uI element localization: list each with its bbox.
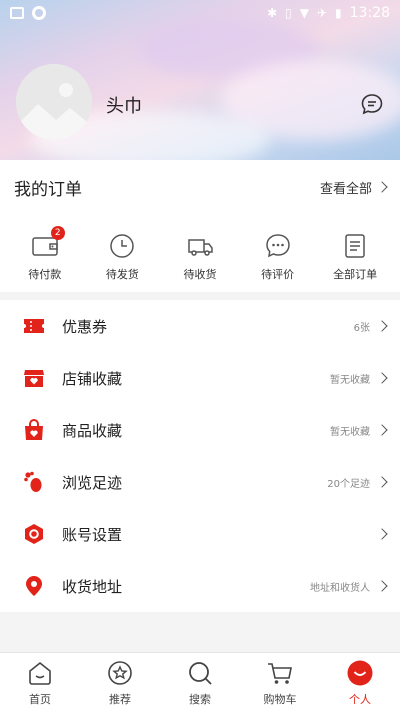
chevron-right-icon <box>376 476 388 488</box>
menu-label: 店铺收藏 <box>62 369 123 388</box>
view-all-label: 查看全部 <box>319 181 372 197</box>
menu-label: 账号设置 <box>62 525 123 544</box>
order-item-label: 待付款 <box>28 268 62 281</box>
search-icon <box>189 662 212 685</box>
menu-value: 6张 <box>353 322 370 334</box>
airplane-icon: ✈ <box>316 6 328 20</box>
tab-label: 首页 <box>29 693 51 706</box>
view-all-orders-link[interactable]: 查看全部 <box>319 178 388 197</box>
menu-label: 商品收藏 <box>62 421 123 440</box>
menu-row-address[interactable]: 收货地址 地址和收货人 <box>0 560 400 612</box>
home-icon <box>29 661 51 685</box>
menu-row-coupons[interactable]: 优惠券 6张 <box>0 300 400 352</box>
tab-search[interactable]: 搜索 <box>160 653 240 711</box>
order-item-label: 待发货 <box>105 268 139 281</box>
username[interactable]: 头巾 <box>106 92 142 118</box>
my-orders-section: 我的订单 查看全部 2 待付款 待发货 待收货 待评价 全部订单 <box>0 160 400 292</box>
tab-label: 购物车 <box>263 693 297 706</box>
chevron-right-icon <box>376 181 388 193</box>
orders-title: 我的订单 <box>14 179 82 200</box>
chevron-right-icon <box>376 580 388 592</box>
menu-label: 浏览足迹 <box>62 473 123 492</box>
wifi-icon: ▼ <box>299 6 309 20</box>
order-item-label: 待评价 <box>261 268 295 281</box>
avatar[interactable] <box>16 64 92 140</box>
menu-value: 暂无收藏 <box>330 374 370 386</box>
status-bar: ✱ ▯ ▼ ✈ ▮ 13:28 <box>0 0 400 26</box>
order-item-label: 全部订单 <box>333 268 378 281</box>
menu-row-store-favorites[interactable]: 店铺收藏 暂无收藏 <box>0 352 400 404</box>
profile-smile-icon <box>347 660 373 686</box>
menu-label: 优惠券 <box>62 317 108 336</box>
chevron-right-icon <box>376 424 388 436</box>
comment-icon <box>265 234 290 258</box>
menu-value: 20个足迹 <box>327 478 370 490</box>
location-pin-icon <box>26 576 42 596</box>
chevron-right-icon <box>376 372 388 384</box>
order-pending-review[interactable]: 待评价 <box>242 232 314 282</box>
menu-label: 收货地址 <box>62 577 123 596</box>
menu-row-account-settings[interactable]: 账号设置 <box>0 508 400 560</box>
cart-icon <box>268 663 292 684</box>
record-notification-icon <box>32 6 46 20</box>
tab-label: 推荐 <box>109 693 131 706</box>
menu-row-product-favorites[interactable]: 商品收藏 暂无收藏 <box>0 404 400 456</box>
order-pending-payment[interactable]: 2 待付款 <box>9 226 81 282</box>
tab-cart[interactable]: 购物车 <box>240 653 320 711</box>
account-menu: 优惠券 6张 店铺收藏 暂无收藏 商品收藏 暂无收藏 浏览足迹 20个足迹 账号… <box>0 300 400 612</box>
menu-value: 暂无收藏 <box>330 426 370 438</box>
coupon-icon <box>24 319 44 333</box>
avatar-placeholder-icon <box>16 64 92 140</box>
order-pending-receipt[interactable]: 待收货 <box>164 232 236 282</box>
footprint-icon <box>24 471 42 492</box>
tab-label: 搜索 <box>189 693 211 706</box>
status-time: 13:28 <box>349 5 390 21</box>
truck-icon <box>188 239 213 256</box>
store-favorite-icon <box>24 370 44 387</box>
chevron-right-icon <box>376 320 388 332</box>
order-item-label: 待收货 <box>183 268 217 281</box>
tab-label: 个人 <box>349 693 371 706</box>
chevron-right-icon <box>376 528 388 540</box>
tab-home[interactable]: 首页 <box>0 653 80 711</box>
document-icon <box>345 234 365 258</box>
bag-favorite-icon <box>25 419 43 440</box>
tab-recommend[interactable]: 推荐 <box>80 653 160 711</box>
clock-icon <box>110 234 135 258</box>
settings-hexagon-icon <box>25 524 43 544</box>
profile-header: ✱ ▯ ▼ ✈ ▮ 13:28 头巾 <box>0 0 400 160</box>
message-icon[interactable] <box>360 92 384 116</box>
pending-payment-badge: 2 <box>50 226 65 240</box>
battery-icon: ▮ <box>335 6 342 20</box>
menu-value: 地址和收货人 <box>310 582 370 594</box>
image-notification-icon <box>10 7 24 19</box>
order-pending-shipment[interactable]: 待发货 <box>86 232 158 282</box>
menu-row-history[interactable]: 浏览足迹 20个足迹 <box>0 456 400 508</box>
star-badge-icon <box>108 661 132 685</box>
order-all[interactable]: 全部订单 <box>319 232 391 282</box>
bluetooth-icon: ✱ <box>267 6 278 20</box>
tab-profile[interactable]: 个人 <box>320 653 400 711</box>
vibrate-icon: ▯ <box>285 6 292 20</box>
bottom-tab-bar: 首页 推荐 搜索 购物车 个人 <box>0 652 400 711</box>
